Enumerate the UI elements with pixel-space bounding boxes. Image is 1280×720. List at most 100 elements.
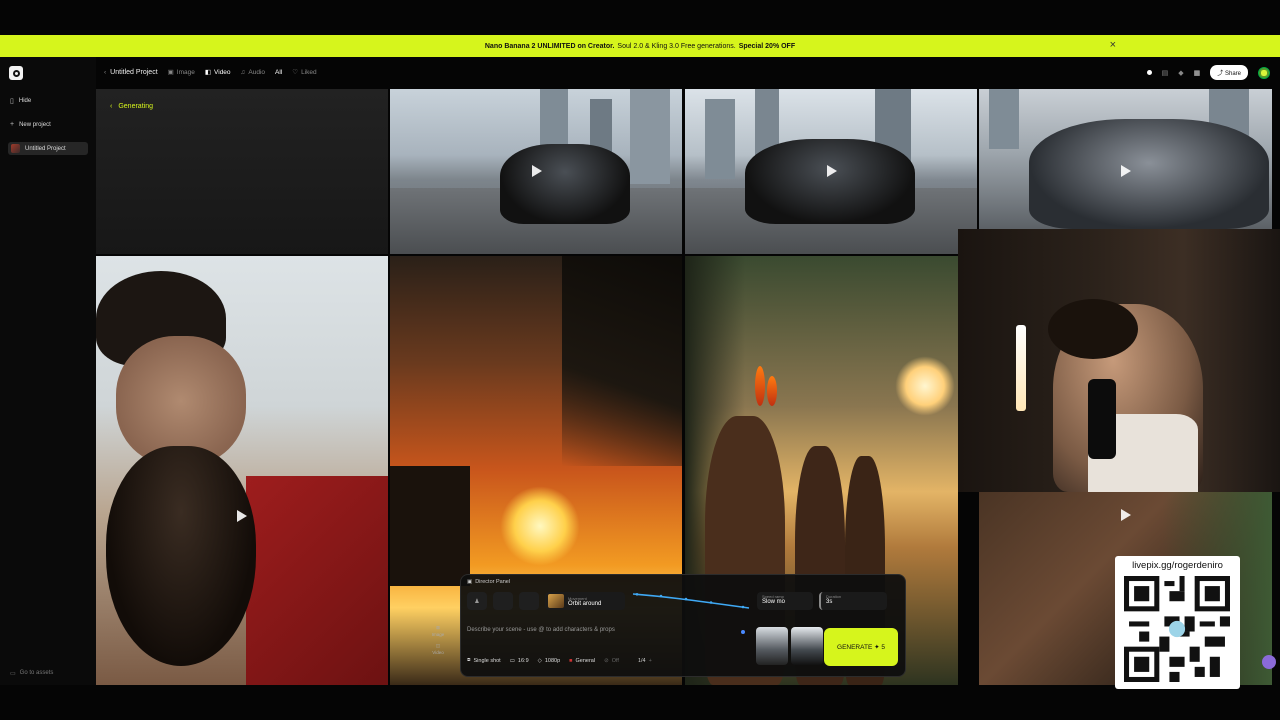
play-icon[interactable] — [1121, 509, 1131, 521]
video-mode-icon: ◫ — [435, 643, 441, 648]
view-controls: ▤ ◆ ▦ ⤴ Share — [1146, 65, 1270, 80]
back-icon[interactable]: ‹ — [104, 69, 106, 76]
play-icon[interactable] — [237, 510, 247, 522]
panel-header: ▣ Director Panel — [467, 579, 510, 585]
shot-icon: ⧈ — [467, 657, 471, 663]
hide-icon: ▯ — [10, 98, 14, 105]
help-icon[interactable] — [1262, 655, 1276, 669]
count-stepper[interactable]: 1/4 + — [638, 658, 652, 664]
mode-image-label: Image — [431, 632, 445, 637]
banner-offer: Special 20% OFF — [738, 42, 796, 50]
mode-switch: ⊠ Image ◫ Video — [423, 625, 453, 673]
duration-value: 3s — [826, 599, 833, 605]
generate-button[interactable]: GENERATE ✦ 5 — [824, 628, 898, 666]
tab-image[interactable]: ▣ Image — [167, 68, 195, 77]
webcam-overlay — [958, 229, 1280, 492]
video-card-explorer[interactable] — [96, 256, 388, 685]
panel-icon: ▣ — [467, 579, 473, 585]
logo-icon[interactable] — [9, 66, 23, 80]
shot-select[interactable]: ⧈ Single shot — [467, 657, 501, 664]
tab-all-label: All — [275, 68, 283, 76]
generating-label: Generating — [118, 103, 153, 110]
resolution-select[interactable]: ◇ 1080p — [538, 658, 561, 664]
tab-video[interactable]: ◧ Video — [205, 68, 231, 77]
off-label: Off — [611, 657, 619, 664]
prompt-input[interactable]: Describe your scene - use @ to add chara… — [467, 627, 615, 633]
tab-audio[interactable]: ♫ Audio — [241, 69, 266, 76]
qr-url: livepix.gg/rogerdeniro — [1132, 560, 1223, 571]
sidebar-item-project[interactable]: Untitled Project — [8, 142, 88, 155]
movement-thumbnail — [548, 594, 564, 608]
video-card-car-3[interactable] — [979, 89, 1272, 229]
mode-video[interactable]: ◫ Video — [432, 643, 443, 655]
hide-label: Hide — [18, 98, 32, 104]
share-button[interactable]: ⤴ Share — [1210, 65, 1248, 80]
app-root: Nano Banana 2 UNLIMITED on Creator. Soul… — [0, 0, 1280, 720]
style-label: General — [575, 657, 596, 664]
movement-select[interactable]: Movement Orbit around — [545, 592, 625, 610]
play-icon[interactable] — [1121, 165, 1131, 177]
generation-options: ⧈ Single shot ▭ 16:9 ◇ 1080p ■ General ⊘ Off … — [467, 657, 652, 664]
style-icon: ■ — [569, 657, 573, 664]
style-select[interactable]: ■ General — [569, 658, 595, 664]
new-project-label: New project — [19, 121, 51, 128]
shot-label: Single shot — [473, 657, 501, 664]
aspect-select[interactable]: ▭ 16:9 — [510, 658, 529, 664]
qr-card: livepix.gg/rogerdeniro — [1115, 556, 1240, 689]
share-label: Share — [1224, 71, 1241, 77]
mode-video-label: Video — [432, 650, 444, 655]
breadcrumb: ‹ Untitled Project ▣ Image ◧ Video ♫ Audio … — [104, 68, 317, 77]
resolution-icon: ◇ — [537, 657, 542, 664]
avatar[interactable] — [1258, 66, 1270, 79]
share-icon: ⤴ — [1217, 71, 1224, 77]
aspect-label: 16:9 — [517, 657, 529, 664]
view-dot-icon[interactable] — [1146, 70, 1152, 75]
image-icon: ▣ — [167, 69, 174, 76]
tab-liked-label: Liked — [301, 68, 317, 76]
count-value: 1/4 — [637, 657, 646, 664]
slot-2[interactable] — [493, 592, 513, 610]
status-dot — [741, 630, 745, 634]
reference-images — [756, 627, 823, 665]
hide-sidebar-button[interactable]: ▯ Hide — [10, 97, 31, 105]
movement-value: Orbit around — [568, 600, 602, 607]
tab-liked[interactable]: ♡ Liked — [292, 68, 317, 77]
play-icon[interactable] — [532, 165, 542, 177]
qr-code — [1124, 576, 1230, 682]
slot-3[interactable] — [519, 592, 539, 610]
assets-icon: ▭ — [10, 671, 16, 677]
link-icon: ⊘ — [604, 657, 609, 664]
plus-icon: + — [10, 121, 15, 128]
close-icon[interactable]: × — [1110, 39, 1116, 51]
resolution-label: 1080p — [544, 657, 561, 664]
play-icon[interactable] — [827, 165, 837, 177]
reference-image-2[interactable] — [791, 627, 823, 665]
promo-banner[interactable]: Nano Banana 2 UNLIMITED on Creator. Soul… — [0, 35, 1280, 57]
generating-status: ‹ Generating — [110, 103, 153, 110]
speed-curve[interactable] — [631, 590, 751, 612]
heart-icon: ♡ — [292, 69, 299, 76]
plus-icon[interactable]: + — [649, 658, 652, 664]
character-slot[interactable]: ♟ — [467, 592, 487, 610]
diamond-view-icon[interactable]: ◆ — [1178, 69, 1183, 77]
speed-ramp-select[interactable]: Speed ramp Slow mo — [757, 592, 813, 610]
project-title[interactable]: Untitled Project — [110, 69, 157, 76]
top-bar: ‹ Untitled Project ▣ Image ◧ Video ♫ Audio … — [96, 57, 1280, 88]
banner-main: Nano Banana 2 UNLIMITED on Creator. — [484, 42, 615, 50]
grid-view-icon[interactable]: ▦ — [1194, 69, 1201, 77]
tab-audio-label: Audio — [248, 68, 266, 76]
banner-rest: Soul 2.0 & Kling 3.0 Free generations. — [617, 42, 736, 50]
new-project-button[interactable]: + New project — [10, 121, 51, 128]
aspect-icon: ▭ — [509, 657, 515, 664]
reference-image-1[interactable] — [756, 627, 788, 665]
duration-select[interactable]: Duration 3s — [819, 592, 887, 610]
mode-image[interactable]: ⊠ Image — [432, 625, 445, 637]
go-to-assets-label: Go to assets — [19, 670, 54, 676]
toggle-off[interactable]: ⊘ Off — [604, 658, 619, 664]
video-card-car-2[interactable] — [685, 89, 977, 254]
panel-title: Director Panel — [475, 579, 511, 585]
video-card-car-1[interactable] — [390, 89, 682, 254]
go-to-assets-link[interactable]: ▭ Go to assets — [10, 670, 53, 677]
list-view-icon[interactable]: ▤ — [1162, 69, 1169, 77]
tab-all[interactable]: All — [275, 69, 282, 76]
